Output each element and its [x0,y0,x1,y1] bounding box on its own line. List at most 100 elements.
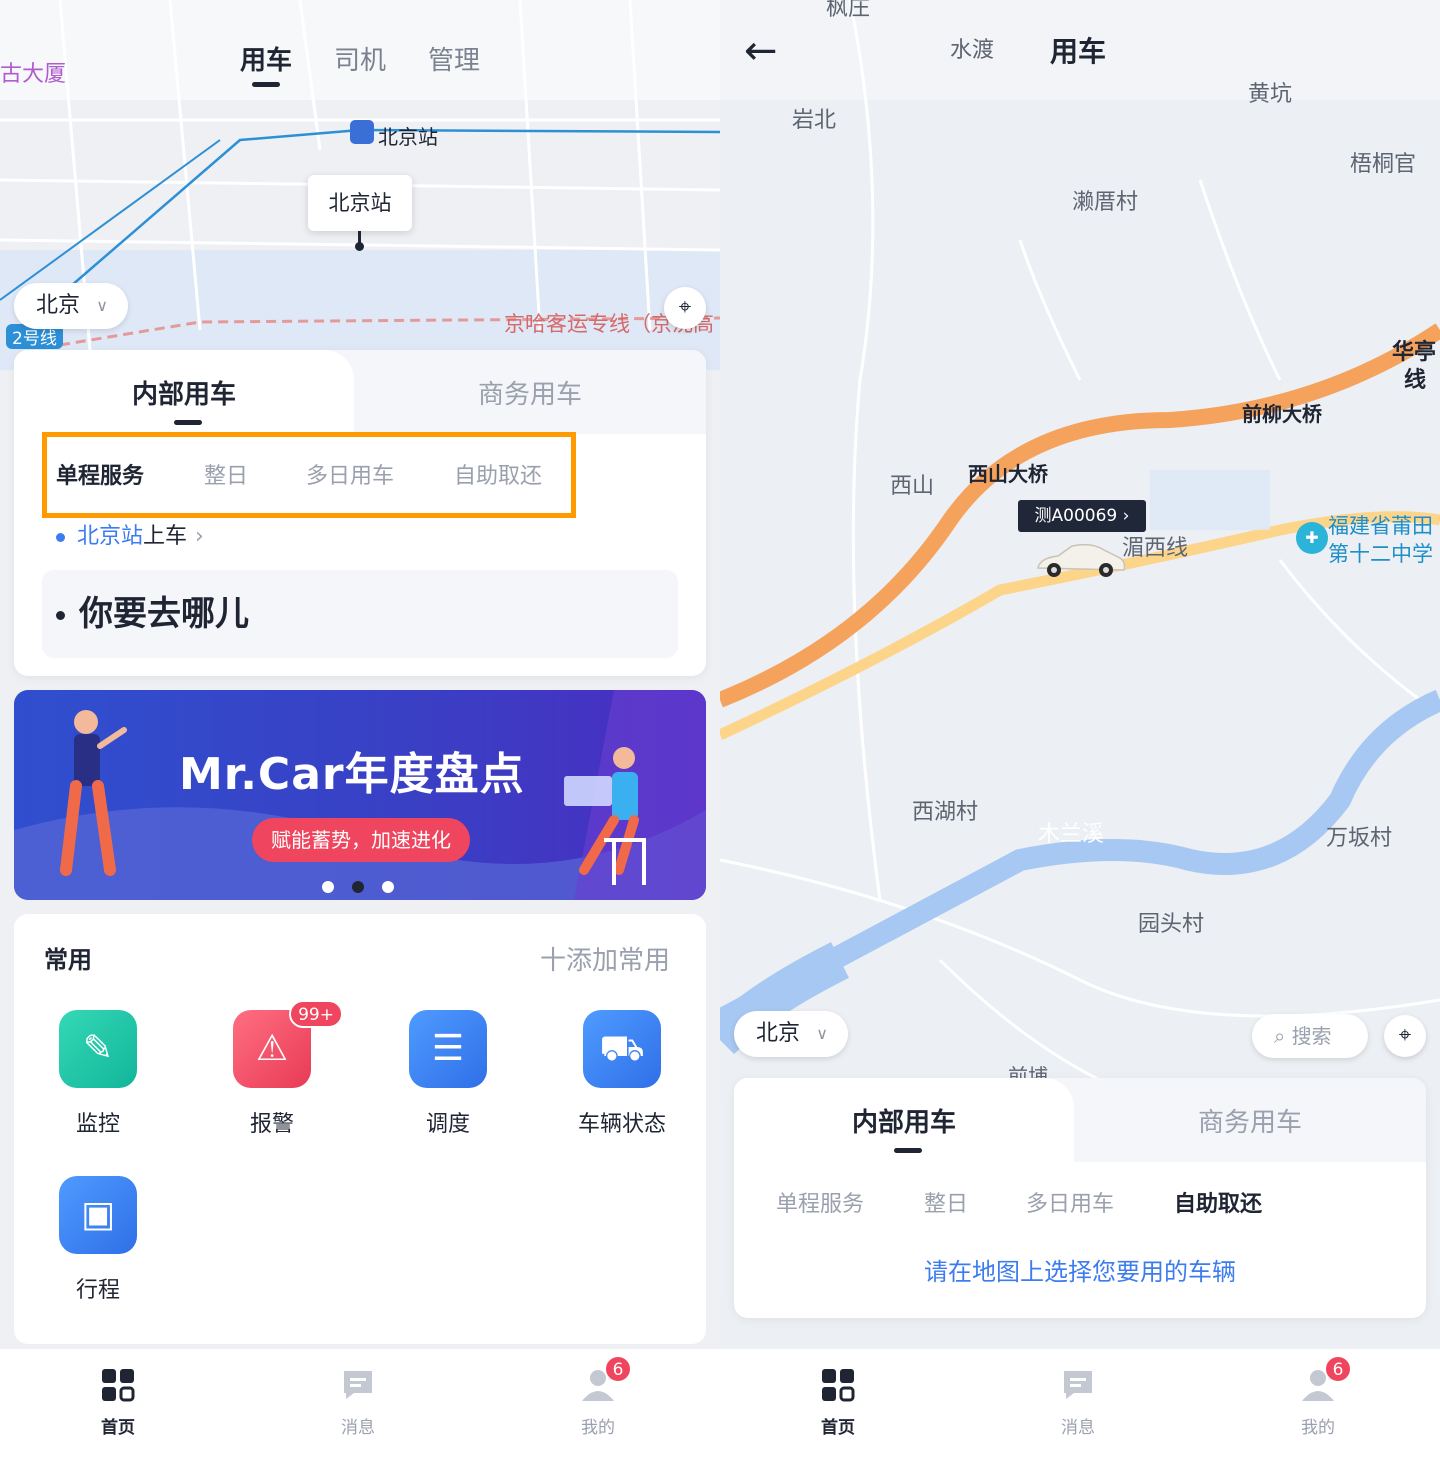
map-label-station: 北京站 [378,125,438,149]
favorite-label: 车辆状态 [577,1112,666,1137]
favorite-trip[interactable]: ▣ 行程 [28,1176,168,1304]
nav-label: 我的 [581,1418,615,1438]
chevron-down-icon: ∨ [816,1024,828,1043]
map-label: 西山 [890,474,935,499]
favorite-label: 行程 [75,1278,120,1303]
back-arrow-icon[interactable]: ← [744,28,778,74]
destination-dot [56,611,65,620]
nav-label: 首页 [821,1418,855,1438]
destination-input[interactable]: 你要去哪儿 [42,570,678,658]
map-label: 濑厝村 [1072,190,1139,215]
map-label: 线 [1404,368,1427,393]
vehicle-plate-tag[interactable]: 测A00069 › [1018,500,1146,532]
bottom-nav: 首页 消息 6 我的 [0,1349,720,1459]
card-tab-underline [174,420,202,425]
map-label: 木兰溪 [1038,822,1105,847]
home-grid-icon [818,1365,858,1405]
tab-business-car[interactable]: 商务用车 [1198,1102,1302,1139]
service-self-pickup[interactable]: 自助取还 [1174,1186,1262,1218]
banner-subtitle: 赋能蓄势，加速进化 [252,818,470,862]
city-selector[interactable]: 北京 ∨ [14,283,128,329]
card-tab-underline [894,1148,922,1153]
destination-placeholder: 你要去哪儿 [79,594,249,634]
pin-dot [355,242,364,251]
city-selector[interactable]: 北京 ∨ [734,1011,848,1057]
map-label: 枫庄 [826,0,871,21]
map-label: 岩北 [792,108,837,133]
map-label: 水渡 [950,38,995,63]
profile-icon: 6 [1298,1355,1352,1405]
home-grid-icon [98,1365,138,1405]
service-full-day[interactable]: 整日 [924,1186,968,1218]
favorite-label: 监控 [75,1112,120,1137]
nav-profile[interactable]: 6 我的 [538,1355,658,1438]
nav-messages[interactable]: 消息 [1018,1365,1138,1438]
nav-home[interactable]: 首页 [778,1365,898,1438]
service-single-trip[interactable]: 单程服务 [776,1186,864,1218]
promo-banner[interactable]: Mr.Car年度盘点 赋能蓄势，加速进化 [14,690,706,900]
pickup-place: 北京站 [77,524,144,549]
profile-badge: 6 [604,1355,632,1383]
nav-messages[interactable]: 消息 [298,1365,418,1438]
tab-underline [252,82,280,87]
map-label: 西山大桥 [968,462,1048,486]
favorites-title: 常用 [44,946,92,974]
trip-icon: ▣ [59,1176,137,1254]
city-label: 北京 [756,1021,801,1046]
tab-driver[interactable]: 司机 [334,40,386,77]
left-screen: 古大厦 北京站 京哈客运专线（京沈高 2号线 用车 司机 管理 北京站 北京 ∨… [0,0,720,1459]
top-nav: 用车 司机 管理 [0,40,720,100]
right-screen: 枫庄 水渡 岩北 黄坑 梧桐官 濑厝村 华亭 线 前柳大桥 西山 西山大桥 湄西… [720,0,1440,1459]
pickup-pin-label: 北京站 [308,175,412,231]
poi-line: 第十二中学 [1328,542,1433,566]
pager-dot [352,881,364,893]
pager-dot [322,881,334,893]
favorite-car-status[interactable]: ⛟ 车辆状态 [552,1010,692,1138]
pickup-suffix: 上车 [143,524,188,549]
tab-use-car[interactable]: 用车 [240,40,292,77]
dispatch-icon: ☰ [409,1010,487,1088]
alarm-badge: 99+ [289,1000,343,1028]
favorite-dispatch[interactable]: ☰ 调度 [378,1010,518,1138]
nav-home[interactable]: 首页 [58,1365,178,1438]
map-label: 前柳大桥 [1242,402,1322,426]
tab-business-car[interactable]: 商务用车 [478,374,582,411]
message-icon [338,1365,378,1405]
nav-label: 首页 [101,1418,135,1438]
nav-label: 消息 [1061,1418,1095,1438]
profile-badge: 6 [1324,1355,1352,1383]
locate-icon[interactable]: ⌖ [664,287,706,329]
nav-label: 我的 [1301,1418,1335,1438]
school-poi-label[interactable]: 福建省莆田 第十二中学 [1328,512,1433,568]
bottom-nav: 首页 消息 6 我的 [720,1349,1440,1459]
banner-pager [322,878,412,897]
add-favorite-button[interactable]: 十添加常用 [540,940,670,977]
city-label: 北京 [36,293,81,318]
map-label: 西湖村 [912,800,979,825]
favorite-alarm[interactable]: ⚠ 99+ 报警 [202,1000,343,1138]
school-poi-icon[interactable]: ✚ [1296,522,1328,554]
car-icon[interactable] [1032,540,1128,584]
nav-label: 消息 [341,1418,375,1438]
service-multi-day[interactable]: 多日用车 [1026,1186,1114,1218]
search-icon: ⌕ [1274,1024,1286,1048]
search-label: 搜索 [1291,1024,1332,1048]
highlight-box [42,432,576,518]
pickup-location[interactable]: 北京站上车 › [56,518,204,550]
banner-title: Mr.Car年度盘点 [179,749,525,800]
search-button[interactable]: ⌕ 搜索 [1252,1014,1368,1058]
page-title: 用车 [1050,35,1107,68]
tab-internal-car[interactable]: 内部用车 [852,1102,956,1139]
tab-internal-car[interactable]: 内部用车 [132,374,236,411]
nav-profile[interactable]: 6 我的 [1258,1355,1378,1438]
locate-icon[interactable]: ⌖ [1384,1015,1426,1057]
map-label: 黄坑 [1248,82,1293,107]
pager-dot [382,881,394,893]
favorite-monitor[interactable]: ✎ 监控 [28,1010,168,1138]
map-label: 万坂村 [1326,826,1393,851]
chevron-right-icon: › [195,524,204,549]
map-label: 湄西线 [1122,536,1189,561]
monitor-icon: ✎ [59,1010,137,1088]
plate-number: 测A00069 [1034,506,1118,526]
tab-manage[interactable]: 管理 [428,40,480,77]
